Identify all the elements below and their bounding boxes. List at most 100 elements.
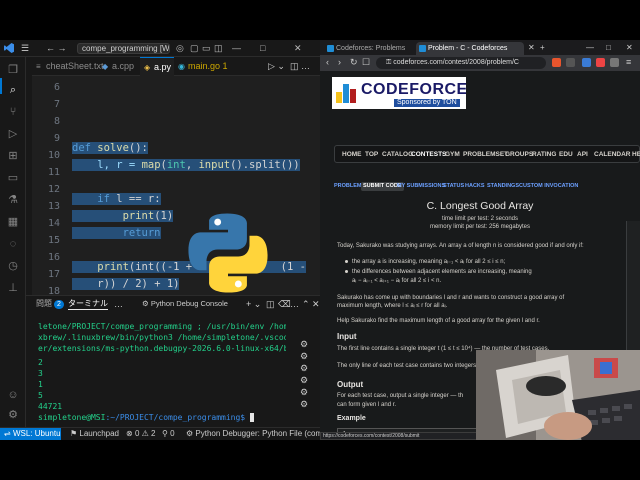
tree-icon[interactable]: ⊥ xyxy=(7,282,19,294)
terminal-item-icon[interactable]: ⚙ xyxy=(300,375,308,385)
more-actions-icon[interactable]: ◫ … xyxy=(290,61,310,71)
terminal-item-icon[interactable]: ⚙ xyxy=(300,387,308,397)
terminal-item-icon[interactable]: ⚙ xyxy=(300,351,308,361)
menu-icon[interactable]: ☰ xyxy=(21,43,29,53)
chat-icon[interactable]: ◌ xyxy=(7,238,19,250)
maximize-icon[interactable]: □ xyxy=(606,42,611,53)
menu-catalog[interactable]: CATALOG xyxy=(382,146,413,163)
codeforces-logo[interactable]: CODEFORCES Sponsored by TON xyxy=(332,77,466,109)
menu-problemset[interactable]: PROBLEMSET xyxy=(463,146,508,163)
subnav-standings[interactable]: STANDINGS xyxy=(487,182,519,191)
tab-cheatsheet[interactable]: ≡ cheatSheet.txt xyxy=(32,57,104,76)
docker-icon[interactable]: ▦ xyxy=(7,216,19,228)
tab-problem-c[interactable]: Problem - C - Codeforces xyxy=(416,42,524,55)
layout-sidebar-icon[interactable]: ◫ xyxy=(214,43,223,53)
remote-explorer-icon[interactable]: ▭ xyxy=(7,172,19,184)
terminal-item-icon[interactable]: ⚙ xyxy=(300,363,308,373)
tab-codeforces-problems[interactable]: Codeforces: Problems xyxy=(324,42,414,55)
search-icon[interactable]: ⌕ xyxy=(7,84,19,96)
line-number: 18 xyxy=(47,286,60,295)
brave-shield-icon[interactable] xyxy=(552,58,561,67)
code-line-12: return xyxy=(72,225,161,242)
command-center-search[interactable]: compe_programming [WS... xyxy=(77,43,170,54)
terminal[interactable]: letone/PROJECT/compe_programming ; /usr/… xyxy=(38,321,286,429)
extensions-icon[interactable]: ⊞ xyxy=(7,150,19,162)
layout-panel-icon[interactable]: ▭ xyxy=(202,43,211,53)
reload-icon[interactable]: ↻ xyxy=(350,57,358,68)
bookmark-icon[interactable]: ☐ xyxy=(362,57,370,68)
terminal-item-icon[interactable]: ⚙ xyxy=(300,399,308,409)
output-line-2: can form given l and r. xyxy=(337,402,397,408)
debugger-status[interactable]: ⚙ Python Debugger: Python File (compe_ xyxy=(186,428,320,440)
line-number: 15 xyxy=(47,235,60,246)
menu-top[interactable]: TOP xyxy=(365,146,378,163)
terminal-selector[interactable]: ⚙ Python Debug Console xyxy=(142,299,228,309)
subnav-my-submissions[interactable]: MY SUBMISSIONS xyxy=(397,182,445,191)
menu-calendar[interactable]: CALENDAR xyxy=(594,146,630,163)
kill-terminal-icon[interactable]: ⌫ xyxy=(278,299,291,309)
rewards-icon[interactable] xyxy=(566,58,575,67)
tab-a-cpp[interactable]: ◆ a.cpp xyxy=(98,57,140,76)
panel-more-actions-icon[interactable]: … xyxy=(290,299,299,309)
run-debug-icon[interactable]: ▷ xyxy=(7,128,19,140)
layout-icon[interactable]: ▢ xyxy=(190,43,199,53)
nav-arrows-icon[interactable]: ← → xyxy=(46,43,67,53)
menu-rating[interactable]: RATING xyxy=(532,146,556,163)
panel-more-icon[interactable]: … xyxy=(114,299,123,309)
close-panel-icon[interactable]: ✕ xyxy=(312,299,320,309)
url-input[interactable]: ⚿ codeforces.com/contest/2008/problem/C xyxy=(376,57,546,69)
menu-groups[interactable]: GROUPS xyxy=(505,146,533,163)
maximize-icon[interactable]: □ xyxy=(260,43,265,53)
subnav-status[interactable]: STATUS xyxy=(443,182,464,191)
maximize-panel-icon[interactable]: ⌃ xyxy=(302,299,310,309)
menu-gym[interactable]: GYM xyxy=(445,146,460,163)
tab-main-go[interactable]: ◉ main.go 1 xyxy=(174,57,238,76)
browser-menu-icon[interactable]: ≡ xyxy=(626,57,631,68)
terminal-item-icon[interactable]: ⚙ xyxy=(300,339,308,349)
minimize-icon[interactable]: — xyxy=(232,43,241,53)
editor-tabs: ≡ cheatSheet.txt ◆ a.cpp ◈ a.py ◉ main.go 1 … xyxy=(32,57,320,76)
minimize-icon[interactable]: — xyxy=(586,42,594,53)
browser-tabs: Codeforces: Problems Problem - C - Codef… xyxy=(320,40,640,55)
new-terminal-icon[interactable]: + ⌄ xyxy=(246,299,261,309)
files-icon[interactable]: ❐ xyxy=(7,64,19,76)
forward-icon[interactable]: › xyxy=(338,57,341,68)
launchpad-item[interactable]: ⚑ Launchpad xyxy=(70,428,119,440)
settings-gear-icon[interactable]: ⚙ xyxy=(7,409,19,421)
copilot-icon[interactable]: ◎ xyxy=(176,43,184,53)
link-status-bar: https://codeforces.com/contest/2008/subm… xyxy=(320,432,500,440)
menu-api[interactable]: API xyxy=(577,146,588,163)
code-editor[interactable]: 6 7 8 9 10 11 12 13 14 15 16 17 18 def s… xyxy=(32,76,320,295)
subnav-hacks[interactable]: HACKS xyxy=(465,182,485,191)
source-control-icon[interactable]: ⑂ xyxy=(7,106,19,118)
account-icon[interactable]: ☺ xyxy=(7,389,19,401)
menu-contests[interactable]: CONTESTS xyxy=(411,146,446,163)
split-terminal-icon[interactable]: ◫ xyxy=(266,299,275,309)
back-icon[interactable]: ‹ xyxy=(326,57,329,68)
run-button[interactable]: ▷ ⌄ xyxy=(268,61,285,71)
extensions-puzzle-icon[interactable] xyxy=(610,58,619,67)
menu-help[interactable]: HE xyxy=(632,146,640,163)
paragraph-3: Help Sakurako find the maximum length of… xyxy=(337,318,540,324)
extension-icon[interactable] xyxy=(596,58,605,67)
ports-status[interactable]: ⚲ 0 xyxy=(162,428,175,440)
menu-edu[interactable]: EDU xyxy=(559,146,573,163)
subnav-custom-invocation[interactable]: CUSTOM INVOCATION xyxy=(519,182,578,191)
close-icon[interactable]: ✕ xyxy=(294,43,302,53)
extension-icon[interactable] xyxy=(582,58,591,67)
new-tab-icon[interactable]: + xyxy=(540,42,545,53)
remote-indicator[interactable]: ⇌ WSL: Ubuntu xyxy=(0,428,61,440)
tab-problems[interactable]: 問題 2 xyxy=(36,299,64,309)
history-icon[interactable]: ◷ xyxy=(7,260,19,272)
close-tab-icon[interactable]: ✕ xyxy=(528,42,535,53)
address-bar-row: ‹ › ↻ ☐ ⚿ codeforces.com/contest/2008/pr… xyxy=(320,55,640,71)
testing-icon[interactable]: ⚗ xyxy=(7,194,19,206)
tab-terminal[interactable]: ターミナル xyxy=(68,299,108,310)
line-number: 12 xyxy=(47,184,60,195)
tab-a-py[interactable]: ◈ a.py xyxy=(140,57,174,76)
menu-home[interactable]: HOME xyxy=(342,146,362,163)
vscode-titlebar: ☰ ← → compe_programming [WS... ◎ ▢ ▭ ◫ —… xyxy=(0,40,320,57)
bottom-panel: 問題 2 ターミナル … ⚙ Python Debug Console + ⌄ ◫… xyxy=(26,295,320,427)
close-icon[interactable]: ✕ xyxy=(626,42,633,53)
problems-status[interactable]: ⊗ 0 ⚠ 2 xyxy=(126,428,155,440)
